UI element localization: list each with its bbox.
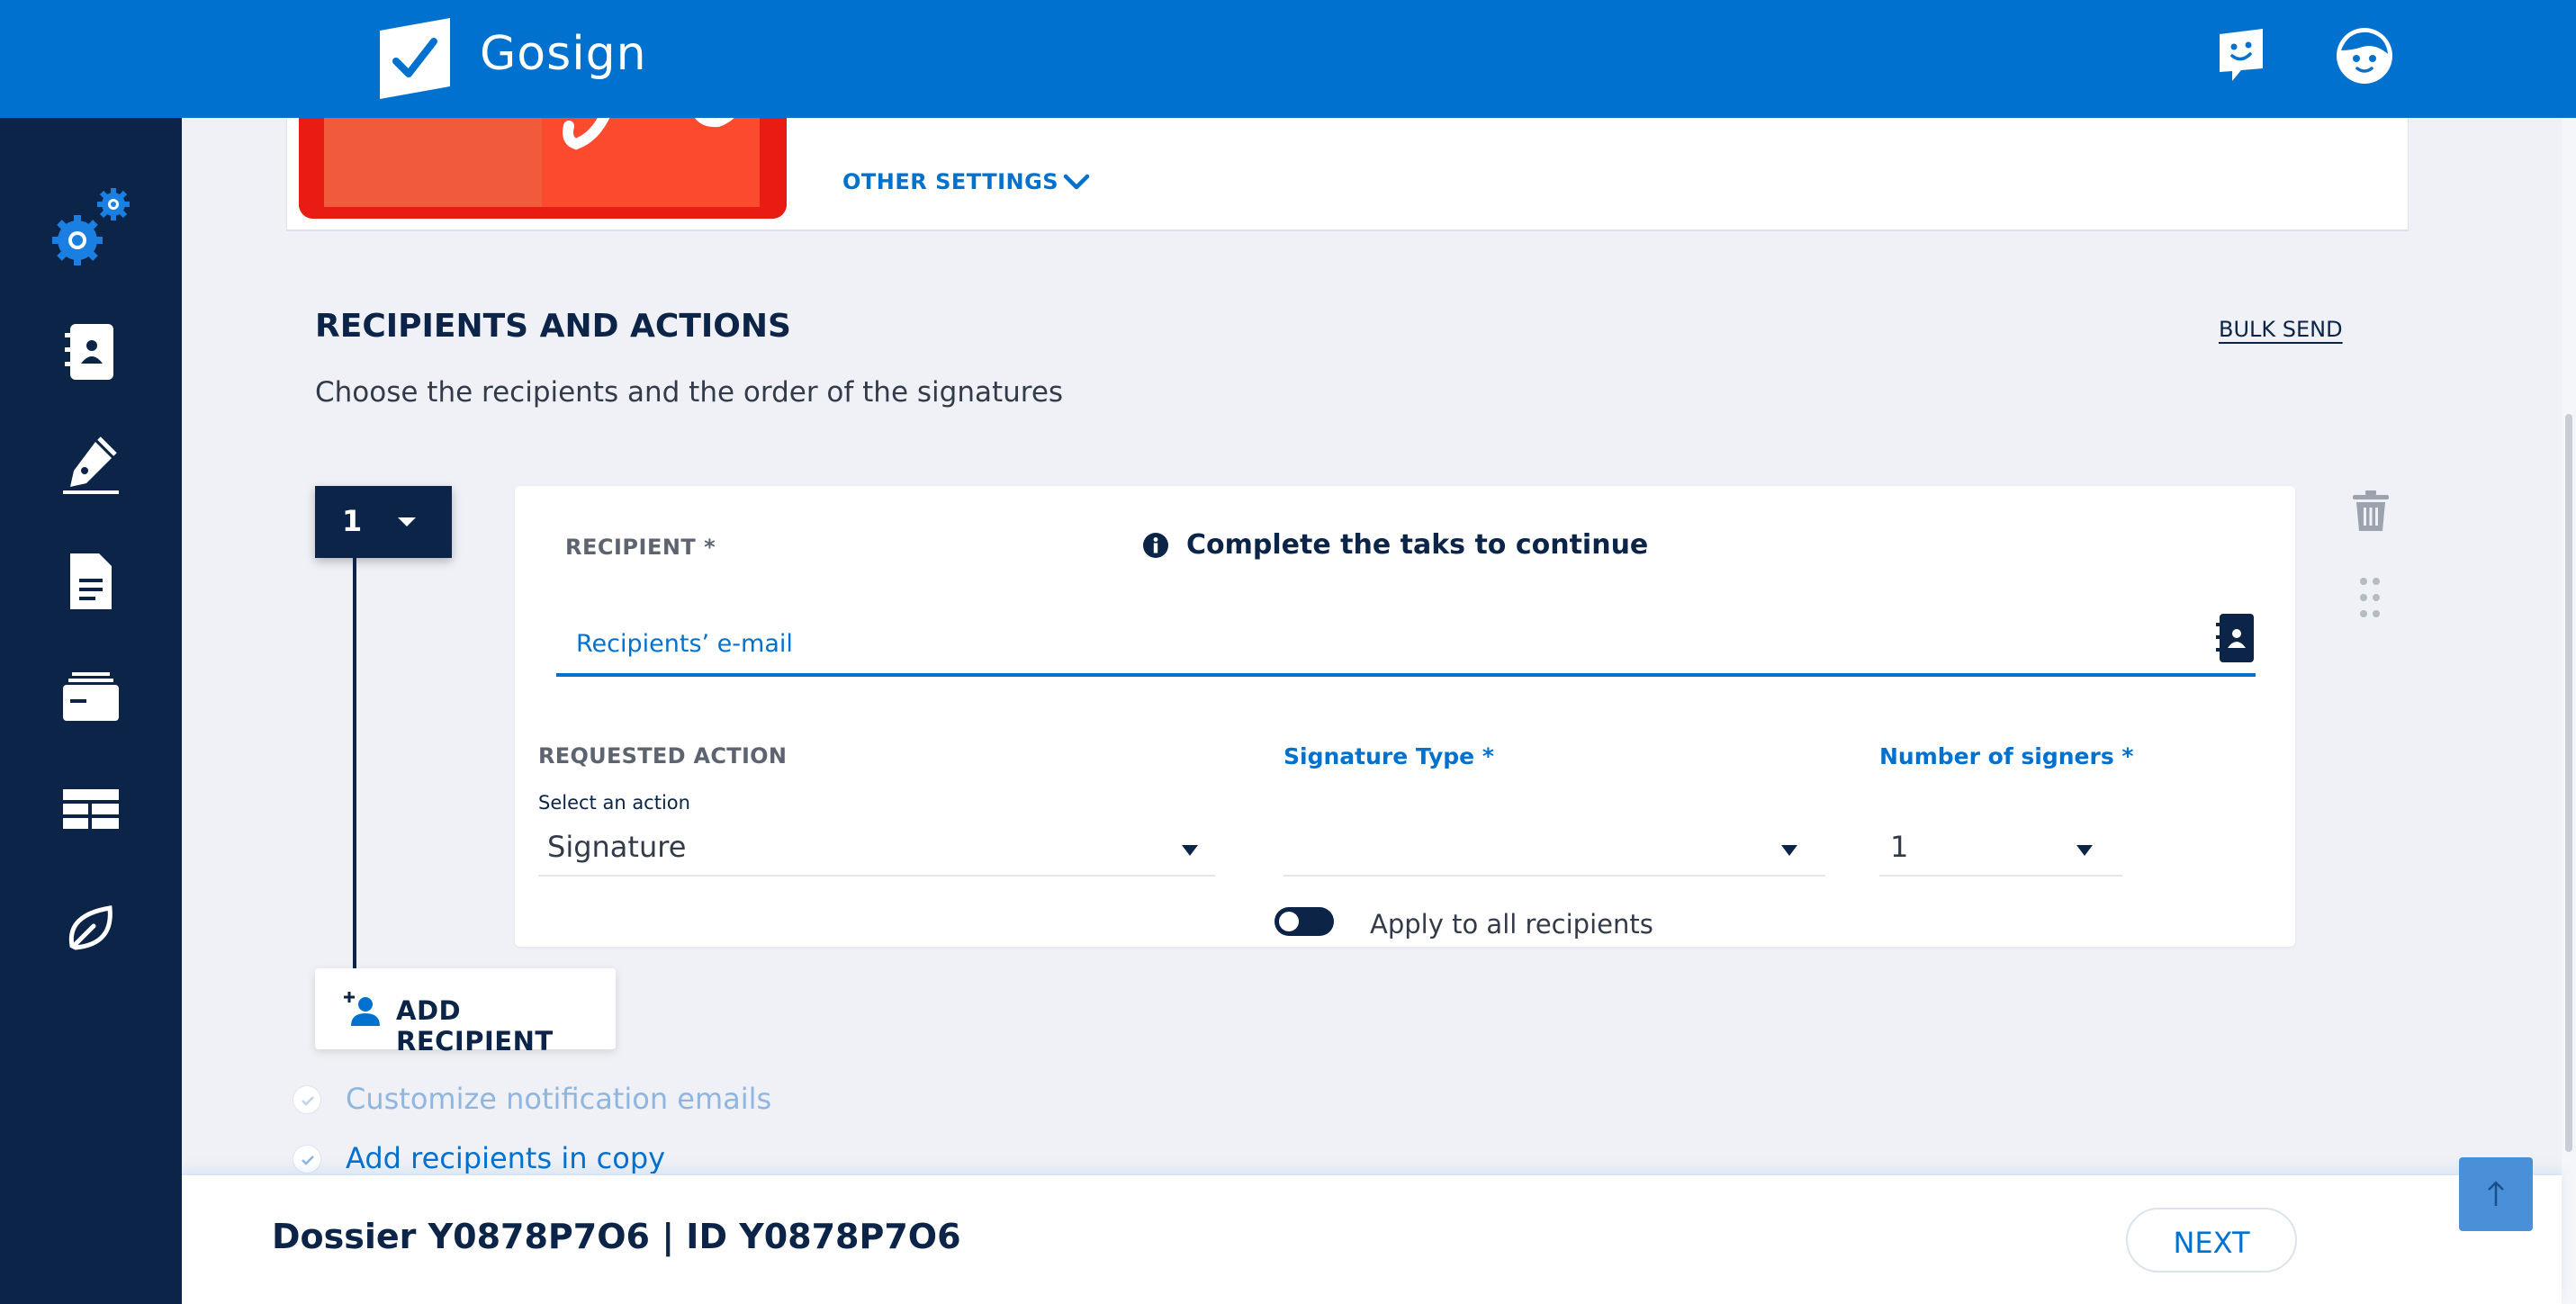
top-header: Gosign bbox=[0, 0, 2576, 118]
customize-emails-label[interactable]: Customize notification emails bbox=[346, 1082, 771, 1116]
section-title: RECIPIENTS AND ACTIONS bbox=[315, 308, 791, 345]
add-user-icon bbox=[344, 992, 380, 1026]
add-recipient-label: ADD RECIPIENT bbox=[396, 995, 554, 1057]
gears-icon[interactable] bbox=[49, 183, 135, 269]
logo-check-icon[interactable] bbox=[380, 18, 450, 99]
app-title: Gosign bbox=[480, 27, 647, 81]
dropdown-arrow-icon bbox=[1182, 845, 1198, 856]
pen-signature-icon[interactable] bbox=[59, 435, 122, 498]
dossier-id: Dossier Y0878P7O6 | ID Y0878P7O6 bbox=[272, 1217, 961, 1256]
requested-action-select[interactable]: Signature bbox=[538, 821, 1215, 877]
customize-emails-checkbox[interactable] bbox=[293, 1085, 321, 1114]
chevron-down-icon[interactable] bbox=[1062, 169, 1091, 194]
recipient-email-placeholder[interactable]: Recipients’ e-mail bbox=[576, 630, 793, 658]
bulk-send-link[interactable]: BULK SEND bbox=[2219, 317, 2343, 342]
scrollbar-thumb[interactable] bbox=[2565, 414, 2572, 1152]
dropdown-arrow-icon bbox=[1781, 845, 1797, 856]
table-icon[interactable] bbox=[59, 780, 122, 843]
user-avatar-icon[interactable] bbox=[2336, 27, 2393, 85]
number-signers-label: Number of signers * bbox=[1879, 743, 2134, 769]
info-icon bbox=[1143, 533, 1168, 558]
next-button[interactable]: NEXT bbox=[2126, 1208, 2297, 1273]
caret-down-icon bbox=[398, 517, 416, 526]
requested-action-value: Signature bbox=[547, 830, 687, 864]
app-root: Gosign OTHER SETTINGS RECIPIENTS AND ACT… bbox=[0, 0, 2576, 1304]
dropdown-arrow-icon bbox=[2076, 845, 2093, 856]
document-icon[interactable] bbox=[59, 550, 122, 613]
archive-icon[interactable] bbox=[59, 665, 122, 728]
number-signers-value: 1 bbox=[1890, 830, 1909, 864]
toggle-knob bbox=[1279, 912, 1299, 931]
signing-order-select[interactable]: 1 bbox=[315, 486, 452, 558]
recipient-label: RECIPIENT * bbox=[565, 535, 716, 560]
check-icon bbox=[302, 1156, 314, 1165]
arrow-up-icon bbox=[2488, 1181, 2504, 1206]
trash-icon[interactable] bbox=[2349, 490, 2392, 533]
select-action-hint: Select an action bbox=[538, 792, 690, 814]
number-signers-select[interactable]: 1 bbox=[1879, 821, 2122, 877]
drag-handle-icon[interactable] bbox=[2358, 576, 2382, 619]
sidebar bbox=[0, 118, 182, 1304]
apply-all-label: Apply to all recipients bbox=[1370, 909, 1653, 940]
help-chat-icon[interactable] bbox=[2216, 27, 2266, 83]
recipient-email-input[interactable] bbox=[556, 608, 2256, 677]
signature-type-label: Signature Type * bbox=[1283, 743, 1494, 769]
next-button-label: NEXT bbox=[2173, 1226, 2250, 1260]
leaf-icon[interactable] bbox=[59, 895, 122, 958]
signing-order-number: 1 bbox=[342, 504, 363, 538]
section-subtitle: Choose the recipients and the order of t… bbox=[315, 376, 1064, 409]
add-copy-recipients-label[interactable]: Add recipients in copy bbox=[346, 1141, 665, 1175]
requested-action-label: REQUESTED ACTION bbox=[538, 743, 788, 769]
check-icon bbox=[302, 1096, 314, 1106]
signature-type-select[interactable] bbox=[1283, 821, 1825, 877]
contacts-book-icon[interactable] bbox=[2216, 614, 2254, 662]
scroll-to-top-button[interactable] bbox=[2459, 1157, 2533, 1231]
address-book-icon[interactable] bbox=[59, 320, 122, 383]
task-info-message: Complete the taks to continue bbox=[1186, 529, 1649, 561]
add-copy-recipients-checkbox[interactable] bbox=[293, 1145, 321, 1174]
document-thumbnail[interactable] bbox=[299, 106, 787, 219]
order-timeline-line bbox=[353, 558, 356, 972]
apply-all-toggle[interactable] bbox=[1274, 907, 1334, 936]
other-settings-toggle[interactable]: OTHER SETTINGS bbox=[842, 169, 1058, 194]
add-recipient-button[interactable]: ADD RECIPIENT bbox=[315, 968, 616, 1057]
